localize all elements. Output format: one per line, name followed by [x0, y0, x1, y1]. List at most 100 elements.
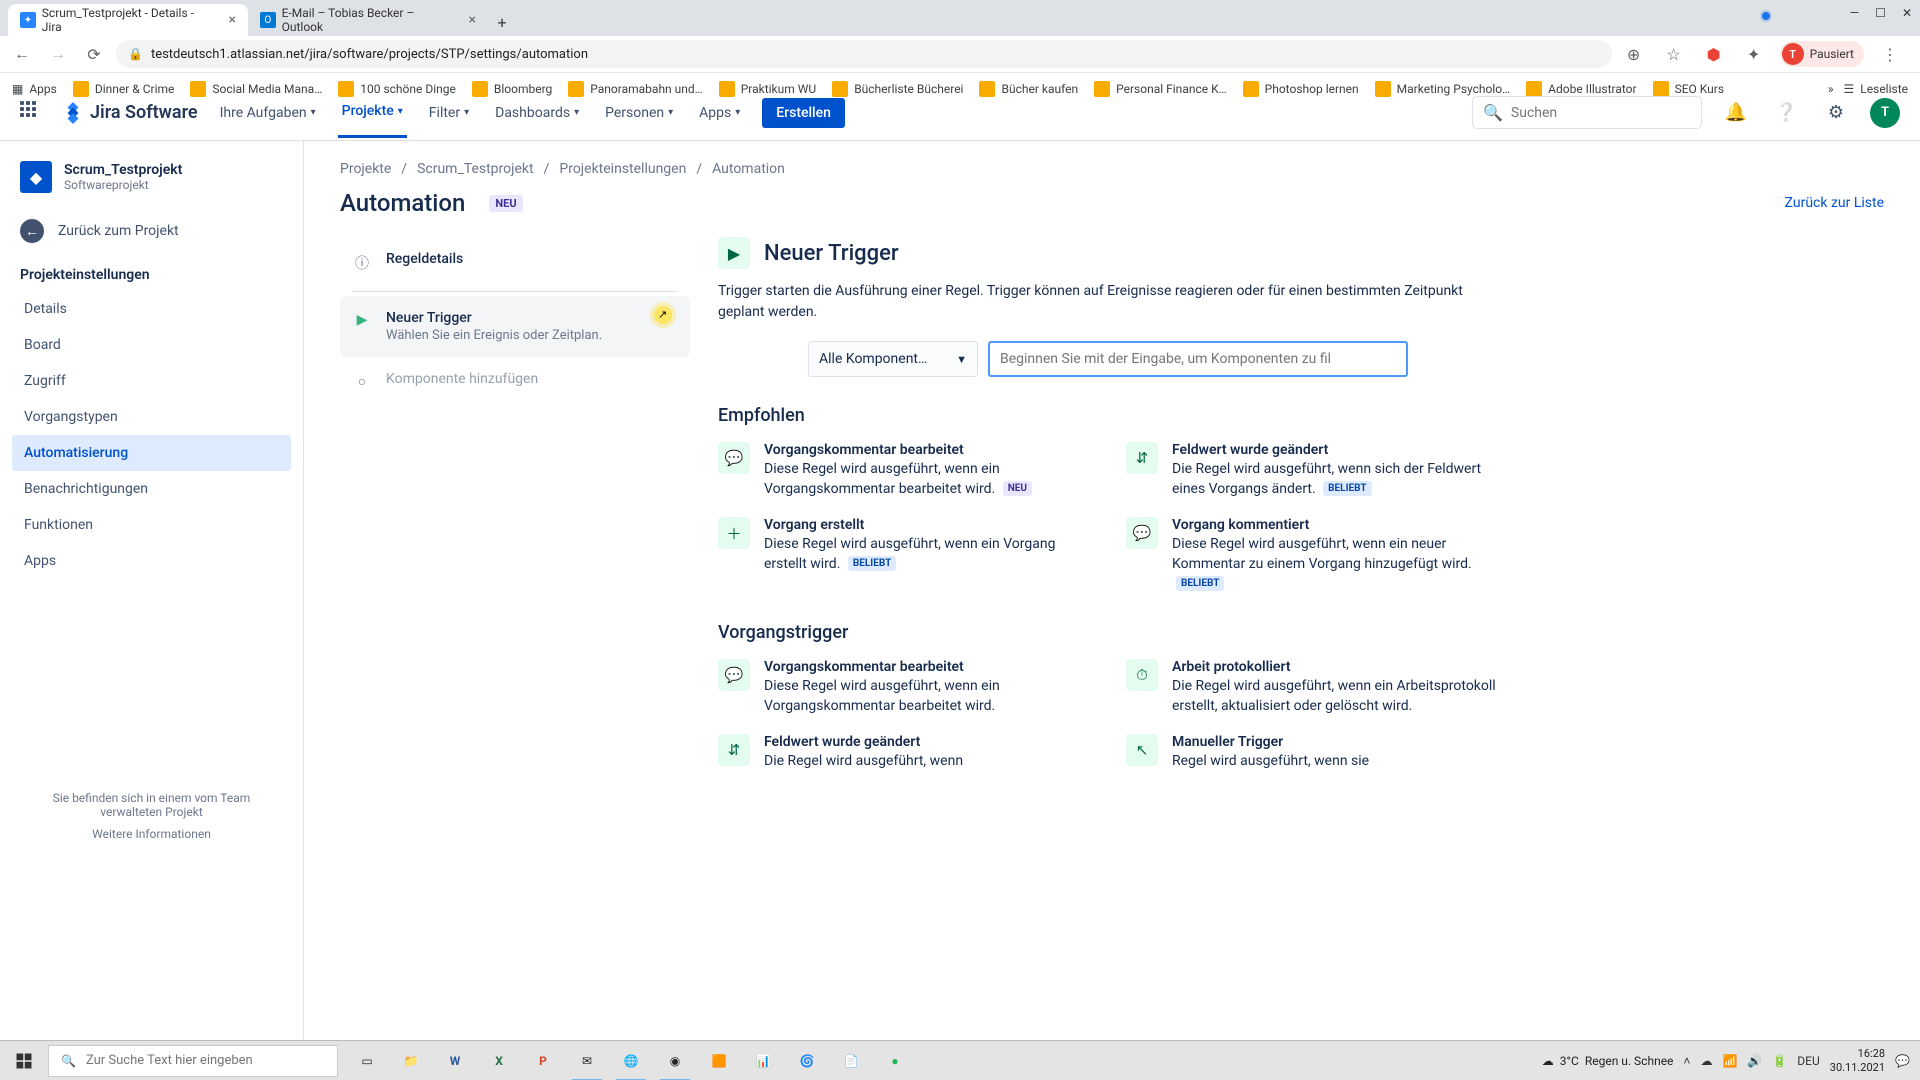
- nav-item-dashboards[interactable]: Dashboards▾: [491, 87, 583, 138]
- edge-icon[interactable]: 🌀: [786, 1041, 828, 1080]
- bookmark-star-icon[interactable]: ☆: [1660, 40, 1688, 68]
- chrome-icon[interactable]: 🌐: [610, 1041, 652, 1080]
- apps-shortcut[interactable]: ▦Apps: [12, 82, 57, 96]
- trigger-icon: 💬: [718, 442, 750, 474]
- step-add-component[interactable]: ○ Komponente hinzufügen: [340, 357, 690, 404]
- sidebar-item-apps[interactable]: Apps: [12, 543, 291, 579]
- trigger-card[interactable]: ⇵Feldwert wurde geändertDie Regel wird a…: [718, 734, 1090, 772]
- start-button[interactable]: [0, 1041, 48, 1080]
- notifications-icon[interactable]: 🔔: [1720, 97, 1752, 129]
- new-tab-button[interactable]: +: [488, 8, 516, 36]
- wifi-icon[interactable]: 📶: [1722, 1054, 1737, 1068]
- volume-icon[interactable]: 🔊: [1747, 1054, 1762, 1068]
- profile-badge[interactable]: T Pausiert: [1780, 41, 1864, 67]
- tray-chevron-icon[interactable]: ˄: [1683, 1054, 1690, 1068]
- nav-item-projekte[interactable]: Projekte▾: [338, 87, 407, 138]
- step-rule-details[interactable]: ⓘ Regeldetails: [340, 237, 690, 287]
- forward-button[interactable]: →: [44, 40, 72, 68]
- file-explorer-icon[interactable]: 📁: [390, 1041, 432, 1080]
- breadcrumb-item[interactable]: Automation: [712, 161, 785, 177]
- nav-item-ihre-aufgaben[interactable]: Ihre Aufgaben▾: [216, 87, 320, 138]
- nav-item-personen[interactable]: Personen▾: [601, 87, 677, 138]
- step-new-trigger[interactable]: ▶ Neuer Trigger Wählen Sie ein Ereignis …: [340, 296, 690, 357]
- project-header[interactable]: ◆ Scrum_Testprojekt Softwareprojekt: [12, 161, 291, 209]
- onedrive-icon[interactable]: ☁: [1700, 1054, 1712, 1068]
- component-filter-input[interactable]: [988, 341, 1408, 377]
- overflow-icon[interactable]: »: [1828, 82, 1834, 96]
- list-icon: ☰: [1844, 82, 1855, 96]
- url-field[interactable]: 🔒 testdeutsch1.atlassian.net/jira/softwa…: [116, 40, 1612, 68]
- browser-tab[interactable]: O E-Mail – Tobias Becker – Outlook ×: [248, 4, 488, 36]
- trigger-card[interactable]: 💬Vorgangskommentar bearbeitetDiese Regel…: [718, 659, 1090, 716]
- jira-logo[interactable]: Jira Software: [62, 102, 198, 124]
- kebab-menu-icon[interactable]: ⋮: [1876, 40, 1904, 68]
- word-icon[interactable]: W: [434, 1041, 476, 1080]
- obs-icon[interactable]: ◉: [654, 1041, 696, 1080]
- tab-close-icon[interactable]: ×: [469, 12, 476, 28]
- taskbar-search[interactable]: 🔍: [48, 1045, 338, 1077]
- trigger-card[interactable]: ↖Manueller TriggerRegel wird ausgeführt,…: [1126, 734, 1498, 772]
- help-icon[interactable]: ❔: [1770, 97, 1802, 129]
- tab-close-icon[interactable]: ×: [229, 12, 236, 28]
- bookmark-item[interactable]: Adobe Illustrator: [1526, 81, 1636, 97]
- close-icon[interactable]: ✕: [1902, 6, 1912, 20]
- reading-list-button[interactable]: ☰Leseliste: [1844, 82, 1908, 96]
- create-button[interactable]: Erstellen: [762, 98, 845, 128]
- zoom-icon[interactable]: ⊕: [1620, 40, 1648, 68]
- clock[interactable]: 16:28 30.11.2021: [1830, 1047, 1885, 1073]
- bookmark-item[interactable]: SEO Kurs: [1653, 81, 1724, 97]
- learn-more-link[interactable]: Weitere Informationen: [24, 827, 279, 841]
- weather-widget[interactable]: ☁ 3°C Regen u. Schnee: [1542, 1054, 1674, 1068]
- sidebar-item-automatisierung[interactable]: Automatisierung: [12, 435, 291, 471]
- excel-icon[interactable]: X: [478, 1041, 520, 1080]
- user-avatar[interactable]: T: [1870, 98, 1900, 128]
- breadcrumb-item[interactable]: Projekteinstellungen: [559, 161, 686, 177]
- app-icon[interactable]: 📊: [742, 1041, 784, 1080]
- language-indicator[interactable]: DEU: [1797, 1054, 1819, 1068]
- trigger-card[interactable]: 💬Vorgangskommentar bearbeitetDiese Regel…: [718, 442, 1090, 499]
- trigger-card[interactable]: 💬Vorgang kommentiertDiese Regel wird aus…: [1126, 517, 1498, 594]
- maximize-icon[interactable]: ☐: [1875, 6, 1886, 20]
- taskbar-search-input[interactable]: [86, 1053, 325, 1068]
- sidebar-item-benachrichtigungen[interactable]: Benachrichtigungen: [12, 471, 291, 507]
- trigger-card[interactable]: ⏱Arbeit protokolliertDie Regel wird ausg…: [1126, 659, 1498, 716]
- global-search[interactable]: 🔍: [1472, 96, 1702, 129]
- extensions-icon[interactable]: ✦: [1740, 40, 1768, 68]
- bookmark-item[interactable]: Bücherliste Bücherei: [832, 81, 963, 97]
- settings-gear-icon[interactable]: ⚙: [1820, 97, 1852, 129]
- bookmark-item[interactable]: Photoshop lernen: [1243, 81, 1359, 97]
- bookmark-item[interactable]: Personal Finance K…: [1094, 81, 1227, 97]
- mail-icon[interactable]: ✉: [566, 1041, 608, 1080]
- sidebar-item-funktionen[interactable]: Funktionen: [12, 507, 291, 543]
- powerpoint-icon[interactable]: P: [522, 1041, 564, 1080]
- adblock-icon[interactable]: ⬢: [1700, 40, 1728, 68]
- bookmark-item[interactable]: Bücher kaufen: [979, 81, 1078, 97]
- sidebar-item-zugriff[interactable]: Zugriff: [12, 363, 291, 399]
- sidebar-item-vorgangstypen[interactable]: Vorgangstypen: [12, 399, 291, 435]
- component-dropdown[interactable]: Alle Komponent… ▼: [808, 341, 978, 377]
- bookmark-item[interactable]: Dinner & Crime: [73, 81, 175, 97]
- breadcrumb-item[interactable]: Projekte: [340, 161, 391, 177]
- back-button[interactable]: ←: [8, 40, 36, 68]
- minimize-icon[interactable]: —: [1850, 6, 1859, 20]
- bookmark-item[interactable]: Marketing Psycholo…: [1375, 81, 1510, 97]
- sidebar-item-details[interactable]: Details: [12, 291, 291, 327]
- notification-center-icon[interactable]: 💬: [1895, 1054, 1910, 1068]
- task-view-icon[interactable]: ▭: [346, 1041, 388, 1080]
- nav-item-filter[interactable]: Filter▾: [425, 87, 473, 138]
- nav-item-apps[interactable]: Apps▾: [695, 87, 744, 138]
- browser-tab[interactable]: ✦ Scrum_Testprojekt - Details - Jira ×: [8, 4, 248, 36]
- battery-icon[interactable]: 🔋: [1772, 1054, 1787, 1068]
- breadcrumb-item[interactable]: Scrum_Testprojekt: [417, 161, 534, 177]
- spotify-icon[interactable]: ●: [874, 1041, 916, 1080]
- notepad-icon[interactable]: 📄: [830, 1041, 872, 1080]
- reload-button[interactable]: ⟳: [80, 40, 108, 68]
- sidebar-item-board[interactable]: Board: [12, 327, 291, 363]
- app-icon[interactable]: 🟧: [698, 1041, 740, 1080]
- back-to-list-link[interactable]: Zurück zur Liste: [1785, 195, 1884, 211]
- app-switcher-icon[interactable]: [20, 101, 44, 125]
- trigger-card[interactable]: ⇵Feldwert wurde geändertDie Regel wird a…: [1126, 442, 1498, 499]
- trigger-card[interactable]: ＋Vorgang erstelltDiese Regel wird ausgef…: [718, 517, 1090, 594]
- search-input[interactable]: [1511, 105, 1691, 121]
- back-to-project-link[interactable]: ← Zurück zum Projekt: [12, 209, 291, 253]
